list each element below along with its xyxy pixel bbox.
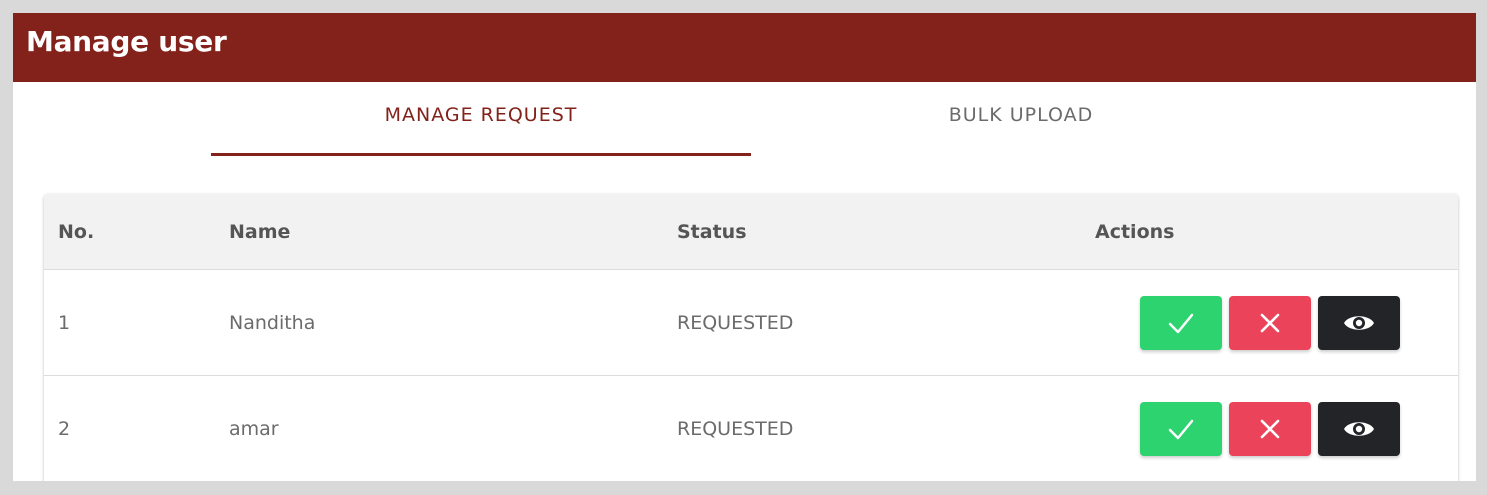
approve-button[interactable] bbox=[1140, 401, 1222, 456]
column-header-actions: Actions bbox=[1095, 220, 1175, 243]
eye-icon bbox=[1344, 315, 1374, 330]
tab-bar: MANAGE REQUEST BULK UPLOAD bbox=[211, 82, 1291, 156]
page-header: Manage user bbox=[13, 13, 1476, 82]
user-name: amar bbox=[229, 417, 279, 440]
eye-icon bbox=[1344, 421, 1374, 436]
checkmark-icon bbox=[1168, 313, 1194, 333]
view-button[interactable] bbox=[1318, 295, 1400, 350]
manage-user-panel: Manage user MANAGE REQUEST BULK UPLOAD N… bbox=[13, 13, 1476, 481]
column-header-status: Status bbox=[677, 220, 747, 243]
close-icon bbox=[1260, 419, 1280, 438]
tab-label: MANAGE REQUEST bbox=[384, 104, 578, 126]
approve-button[interactable] bbox=[1140, 295, 1222, 350]
tab-manage-request[interactable]: MANAGE REQUEST bbox=[211, 82, 751, 156]
tab-label: BULK UPLOAD bbox=[948, 104, 1094, 126]
column-header-no: No. bbox=[58, 220, 95, 243]
row-number: 2 bbox=[58, 417, 71, 440]
tab-bulk-upload[interactable]: BULK UPLOAD bbox=[751, 82, 1291, 156]
request-status: REQUESTED bbox=[677, 417, 794, 440]
reject-button[interactable] bbox=[1229, 401, 1311, 456]
user-name: Nanditha bbox=[229, 311, 316, 334]
row-number: 1 bbox=[58, 311, 71, 334]
request-status: REQUESTED bbox=[677, 311, 794, 334]
requests-table: No. Name Status Actions 1 Nanditha REQUE… bbox=[44, 194, 1458, 481]
table-row: 2 amar REQUESTED bbox=[44, 376, 1458, 481]
reject-button[interactable] bbox=[1229, 295, 1311, 350]
row-actions bbox=[1140, 401, 1400, 456]
table-row: 1 Nanditha REQUESTED bbox=[44, 270, 1458, 376]
close-icon bbox=[1260, 313, 1280, 332]
row-actions bbox=[1140, 295, 1400, 350]
view-button[interactable] bbox=[1318, 401, 1400, 456]
page-title: Manage user bbox=[26, 25, 227, 58]
column-header-name: Name bbox=[229, 220, 291, 243]
table-header: No. Name Status Actions bbox=[44, 194, 1458, 270]
checkmark-icon bbox=[1168, 419, 1194, 439]
